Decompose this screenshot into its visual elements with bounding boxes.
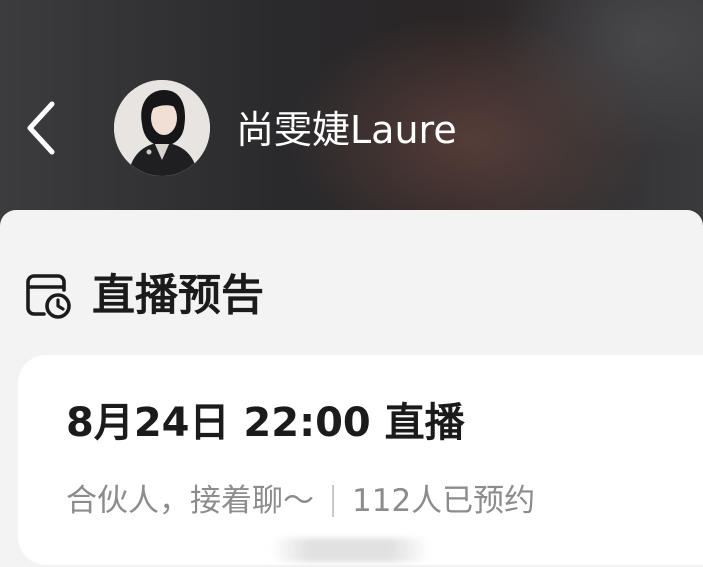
- chevron-left-icon: [27, 101, 55, 155]
- anchor-name[interactable]: 尚雯婕Laure: [236, 106, 457, 154]
- avatar-image: [114, 80, 210, 176]
- calendar-clock-icon: [26, 274, 71, 319]
- divider: [332, 485, 334, 517]
- back-button[interactable]: [14, 96, 70, 160]
- live-preview-card[interactable]: [18, 355, 703, 565]
- live-description: 合伙人，接着聊～: [66, 483, 314, 519]
- reservation-count: 112人已预约: [352, 483, 536, 519]
- section-header: 直播预告: [22, 268, 264, 324]
- section-title: 直播预告: [92, 271, 264, 321]
- live-subtitle-row: 合伙人，接着聊～ 112人已预约: [66, 478, 535, 524]
- watermark: [270, 538, 430, 562]
- avatar[interactable]: [114, 80, 210, 176]
- live-time-title: 8月24日 22:00 直播: [66, 400, 465, 446]
